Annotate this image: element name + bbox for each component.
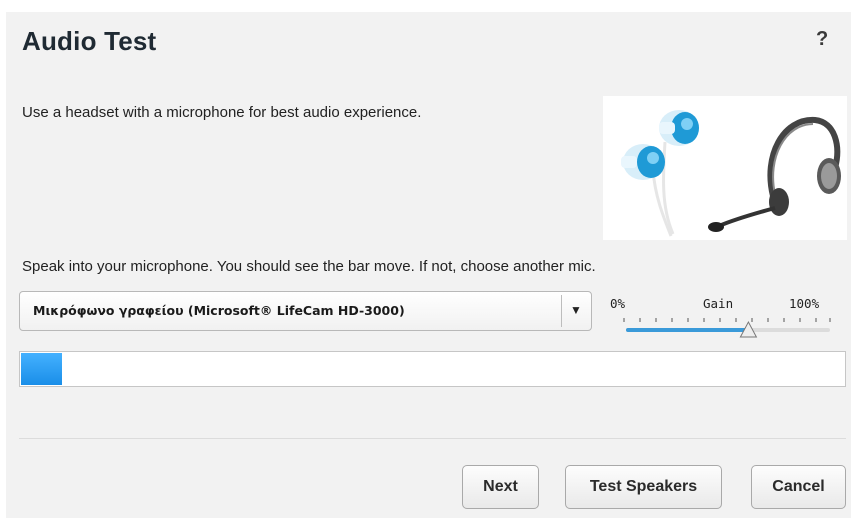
audio-test-dialog: Audio Test ? Use a headset with a microp… [6, 12, 851, 518]
gain-slider[interactable] [606, 310, 831, 344]
cancel-button[interactable]: Cancel [751, 465, 846, 509]
earbud-lower-icon [621, 144, 665, 180]
microphone-select[interactable]: Μικρόφωνο γραφείου (Microsoft® LifeCam H… [19, 291, 592, 331]
microphone-level-meter [19, 351, 846, 387]
dialog-title: Audio Test [22, 26, 157, 56]
earbuds-and-headset-image [621, 110, 841, 237]
headset-illustration [603, 96, 847, 240]
footer-separator [19, 438, 846, 439]
earbud-upper-icon [659, 110, 699, 146]
gain-fill [626, 328, 749, 332]
gain-ticks [623, 318, 831, 322]
gain-max-label: 100% [789, 296, 820, 311]
test-speakers-button[interactable]: Test Speakers [565, 465, 722, 509]
gain-min-label: 0% [610, 296, 626, 311]
gain-control: 0% Gain 100% [606, 296, 831, 346]
dropdown-arrow-icon[interactable]: ▼ [570, 303, 582, 317]
speak-instruction-text: Speak into your microphone. You should s… [22, 258, 596, 275]
help-button[interactable]: ? [816, 28, 828, 51]
headset-icon [708, 116, 841, 232]
microphone-selected-value: Μικρόφωνο γραφείου (Microsoft® LifeCam H… [33, 303, 405, 318]
next-button[interactable]: Next [462, 465, 539, 509]
microphone-level-fill [21, 353, 63, 385]
select-divider [561, 295, 562, 327]
headset-recommendation-text: Use a headset with a microphone for best… [22, 104, 422, 121]
gain-label: Gain [703, 296, 734, 311]
